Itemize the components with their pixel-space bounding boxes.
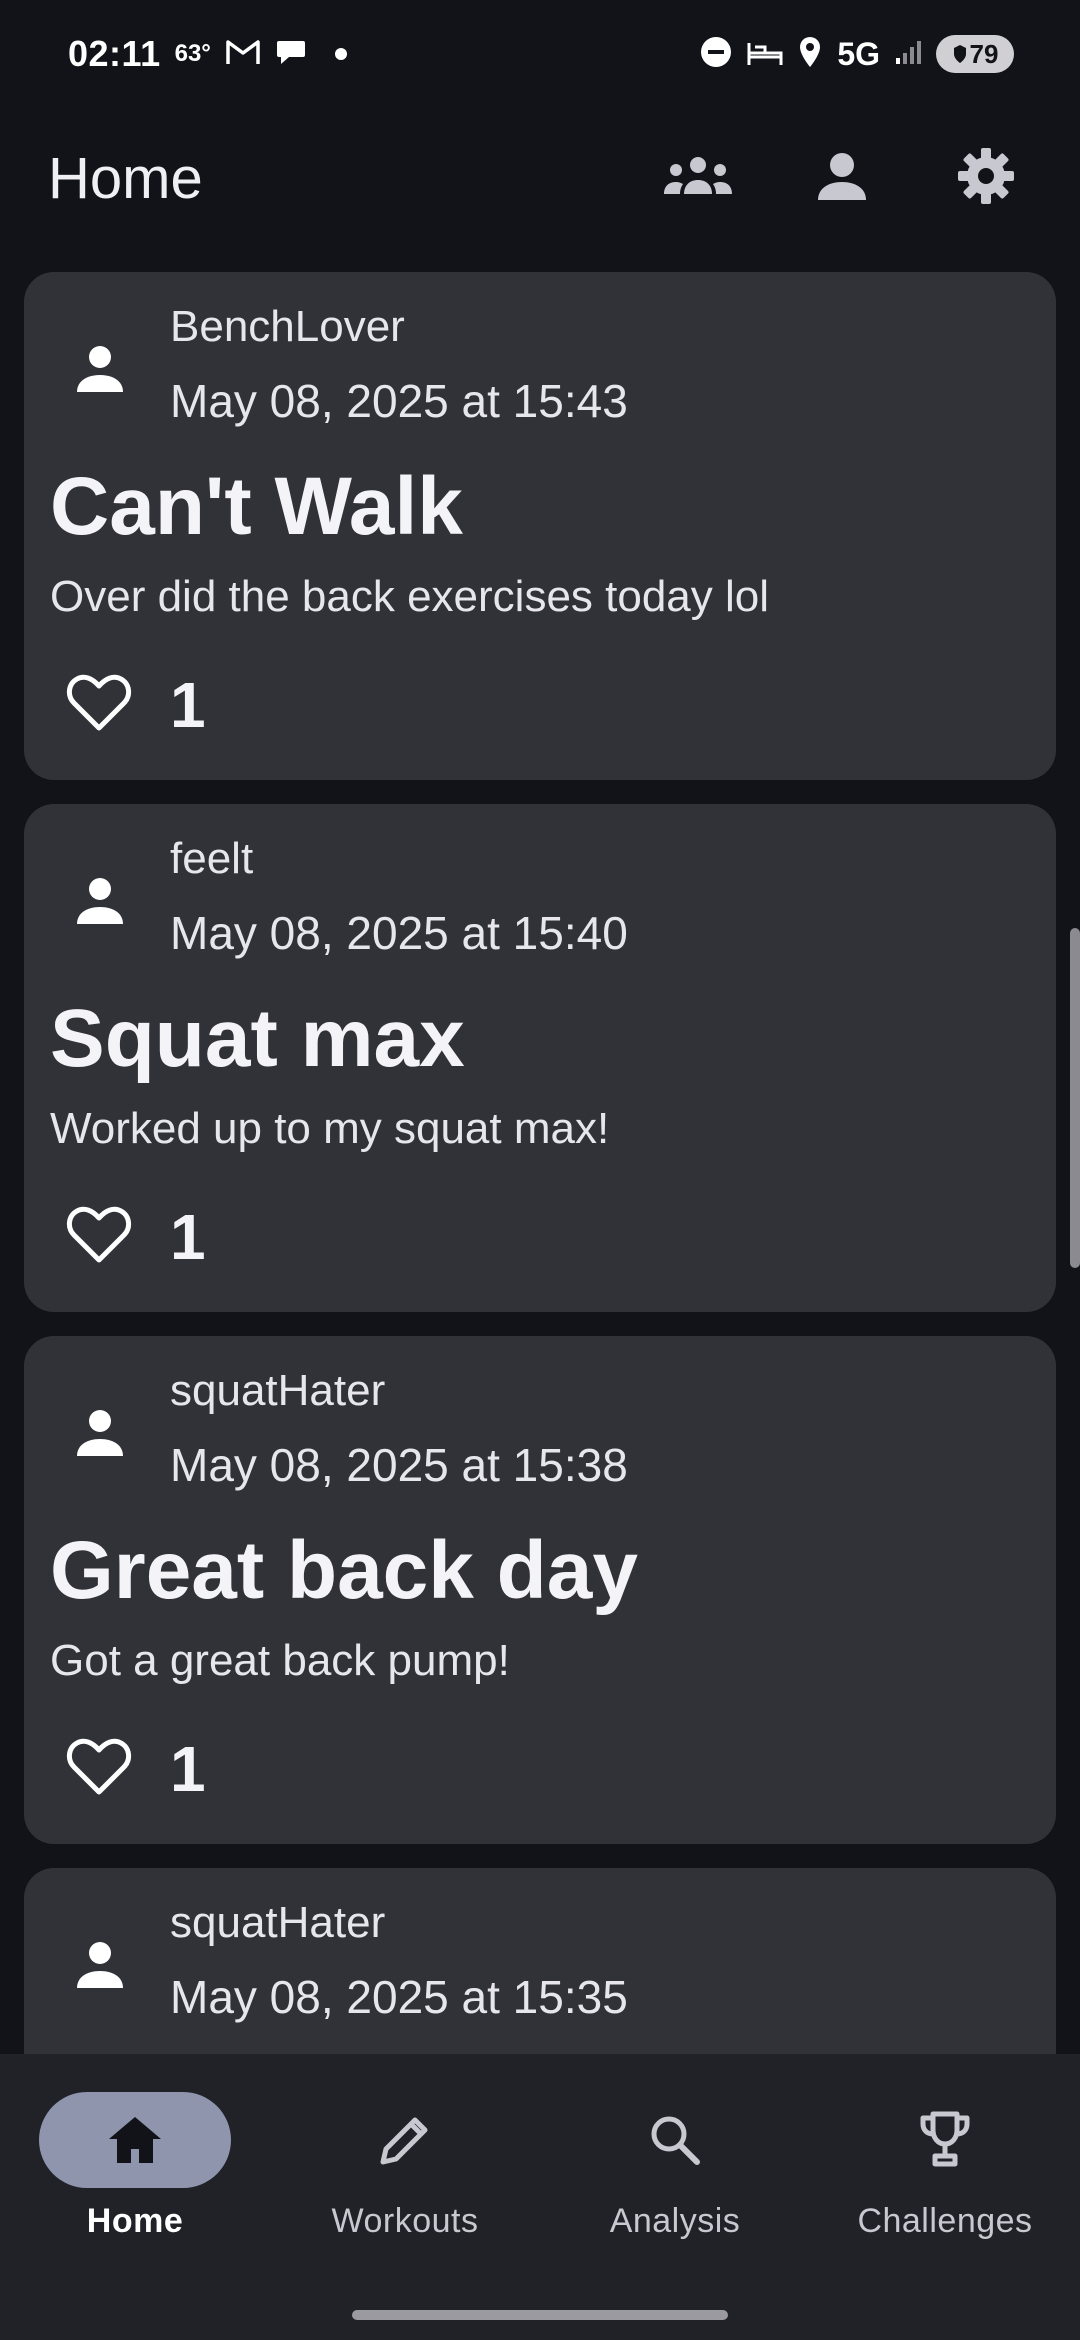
post-body: Over did the back exercises today lol: [50, 572, 770, 621]
battery-indicator: 79: [936, 35, 1014, 73]
status-temperature: 63°: [174, 40, 211, 67]
nav-item-home[interactable]: Home: [0, 2054, 270, 2254]
location-icon: [797, 35, 823, 74]
avatar: [64, 1928, 136, 2000]
person-icon: [816, 150, 868, 207]
signal-icon: [894, 38, 922, 71]
trophy-icon: [920, 2111, 970, 2167]
top-app-bar: Home: [0, 108, 1080, 248]
heart-icon: [67, 674, 131, 731]
do-not-disturb-icon: [699, 35, 733, 74]
post-body: Got a great back pump!: [50, 1636, 510, 1685]
post-body: Worked up to my squat max!: [50, 1104, 610, 1153]
person-icon: [77, 1942, 123, 1988]
nav-icon-container: [309, 2092, 501, 2188]
pencil-icon: [380, 2117, 428, 2165]
post-date: May 08, 2025 at 15:38: [170, 1439, 628, 1491]
avatar: [64, 1396, 136, 1468]
post-title: Great back day: [50, 1525, 638, 1616]
person-icon: [77, 878, 123, 924]
nav-item-workouts[interactable]: Workouts: [270, 2054, 540, 2254]
search-icon: [651, 2116, 700, 2165]
nav-icon-container: [849, 2092, 1041, 2188]
nav-item-analysis[interactable]: Analysis: [540, 2054, 810, 2254]
post-date: May 08, 2025 at 15:43: [170, 375, 628, 427]
person-icon: [77, 346, 123, 392]
post-date: May 08, 2025 at 15:35: [170, 1971, 628, 2023]
avatar: [64, 332, 136, 404]
person-icon: [77, 1410, 123, 1456]
gesture-home-bar[interactable]: [352, 2310, 728, 2320]
groups-button[interactable]: [626, 108, 770, 248]
profile-button[interactable]: [770, 108, 914, 248]
bottom-navigation: Home Workouts Analysis Challenges: [0, 2054, 1080, 2340]
page-title: Home: [48, 145, 203, 211]
post-card[interactable]: feelt May 08, 2025 at 15:40 Squat max Wo…: [24, 804, 1056, 1312]
avatar: [64, 864, 136, 936]
post-title: Squat max: [50, 993, 465, 1084]
heart-icon: [67, 1206, 131, 1263]
status-time: 02:11: [68, 33, 161, 74]
nav-label-challenges: Challenges: [857, 2202, 1033, 2240]
post-title: Can't Walk: [50, 461, 463, 552]
post-date: May 08, 2025 at 15:40: [170, 907, 628, 959]
heart-icon: [67, 1738, 131, 1795]
post-username: squatHater: [170, 1898, 386, 1947]
like-button[interactable]: [54, 658, 144, 748]
network-type: 5G: [837, 35, 880, 72]
nav-label-analysis: Analysis: [609, 2202, 741, 2240]
post-card[interactable]: BenchLover May 08, 2025 at 15:43 Can't W…: [24, 272, 1056, 780]
like-count: 1: [170, 1201, 206, 1273]
nav-item-challenges[interactable]: Challenges: [810, 2054, 1080, 2254]
settings-button[interactable]: [914, 108, 1058, 248]
gmail-icon: [225, 38, 261, 71]
home-icon: [109, 2117, 161, 2163]
like-count: 1: [170, 1733, 206, 1805]
nav-active-indicator: [39, 2092, 231, 2188]
post-username: BenchLover: [170, 302, 405, 351]
nav-label-home: Home: [86, 2202, 184, 2240]
bed-icon: [747, 37, 783, 72]
post-username: squatHater: [170, 1366, 386, 1415]
like-button[interactable]: [54, 1722, 144, 1812]
chat-icon: [275, 37, 307, 72]
post-username: feelt: [170, 834, 254, 883]
notification-dot: [334, 48, 347, 60]
post-card[interactable]: squatHater May 08, 2025 at 15:38 Great b…: [24, 1336, 1056, 1844]
scrollbar[interactable]: [1070, 928, 1080, 1268]
post-card[interactable]: squatHater May 08, 2025 at 15:35: [24, 1868, 1056, 2054]
battery-level: 79: [969, 38, 999, 69]
like-button[interactable]: [54, 1190, 144, 1280]
group-icon: [662, 154, 734, 203]
status-bar: 02:11 63° 5G 79: [0, 0, 1080, 108]
like-count: 1: [170, 669, 206, 741]
nav-icon-container: [579, 2092, 771, 2188]
post-feed[interactable]: BenchLover May 08, 2025 at 15:43 Can't W…: [24, 272, 1056, 2054]
gear-icon: [956, 146, 1016, 211]
nav-label-workouts: Workouts: [331, 2202, 479, 2240]
